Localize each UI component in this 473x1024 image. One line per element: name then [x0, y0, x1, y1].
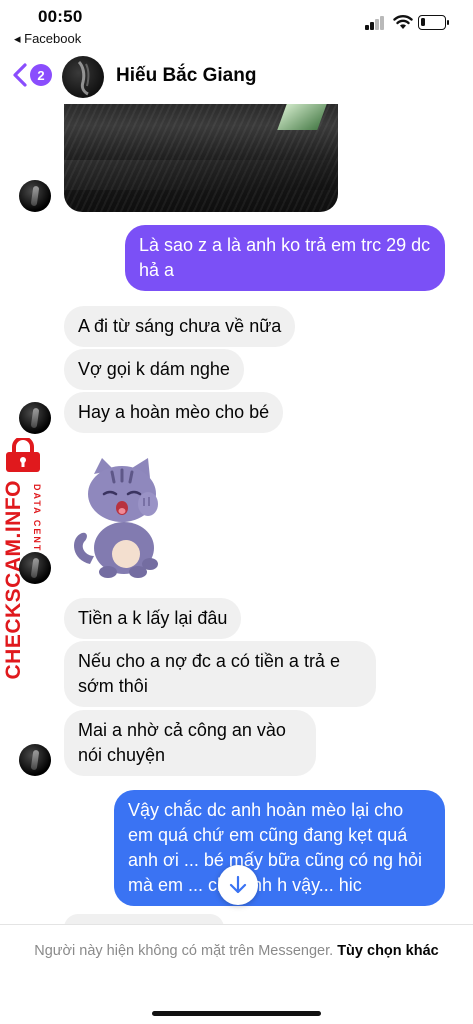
unread-count-badge: 2: [30, 64, 52, 86]
message-bubble-outgoing[interactable]: Là sao z a là anh ko trả em trc 29 dc hả…: [125, 225, 445, 291]
back-to-app-link[interactable]: ◂ Facebook: [14, 31, 81, 47]
sender-avatar[interactable]: [19, 744, 51, 776]
lock-icon: [6, 438, 40, 472]
composer-unavailable-footer: Người này hiện không có mặt trên Messeng…: [0, 924, 473, 1024]
status-time: 00:50: [38, 7, 83, 26]
sender-avatar[interactable]: [19, 402, 51, 434]
more-options-link[interactable]: Tùy chọn khác: [337, 943, 439, 959]
contact-avatar[interactable]: [62, 56, 104, 98]
message-bubble-incoming[interactable]: Mai a nhờ cả công an vào nói chuyện: [64, 710, 316, 776]
message-bubble-incoming[interactable]: Tiền a k lấy lại đâu: [64, 598, 242, 639]
back-button[interactable]: 2: [10, 62, 52, 88]
photo-message[interactable]: [64, 104, 338, 212]
footer-notice: Người này hiện không có mặt trên Messeng…: [30, 941, 443, 962]
message-bubble-outgoing[interactable]: Vậy chắc dc anh hoàn mèo lại cho em quá …: [114, 790, 445, 906]
sender-avatar[interactable]: [19, 180, 51, 212]
unavailable-notice-text: Người này hiện không có mặt trên Messeng…: [34, 943, 334, 959]
cellular-signal-icon: [365, 16, 385, 30]
contact-name[interactable]: Hiếu Bắc Giang: [116, 65, 256, 87]
conversation-header: 2 Hiếu Bắc Giang: [0, 48, 473, 104]
wifi-icon: [393, 15, 413, 29]
cat-sticker[interactable]: [68, 456, 170, 580]
message-bubble-incoming[interactable]: Hay a hoàn mèo cho bé: [64, 392, 284, 433]
avatar-image: [77, 60, 90, 96]
message-bubble-incoming[interactable]: A đi từ sáng chưa về nữa: [64, 306, 296, 347]
battery-icon: [418, 15, 449, 30]
message-bubble-incoming[interactable]: Nếu cho a nợ đc a có tiền a trả e sớm th…: [64, 641, 376, 707]
scroll-to-bottom-button[interactable]: [218, 865, 258, 905]
status-bar: 00:50 ◂ Facebook: [0, 0, 473, 48]
sender-avatar[interactable]: [19, 552, 51, 584]
home-indicator[interactable]: [152, 1011, 321, 1016]
chevron-left-icon: [13, 63, 27, 87]
watermark-main-text: CHECKSCAM.INFO: [2, 480, 25, 680]
photo-highlight: [64, 160, 338, 190]
message-bubble-incoming[interactable]: Vợ gọi k dám nghe: [64, 349, 244, 390]
battery-level-fill: [421, 18, 425, 26]
arrow-down-icon: [229, 875, 247, 894]
